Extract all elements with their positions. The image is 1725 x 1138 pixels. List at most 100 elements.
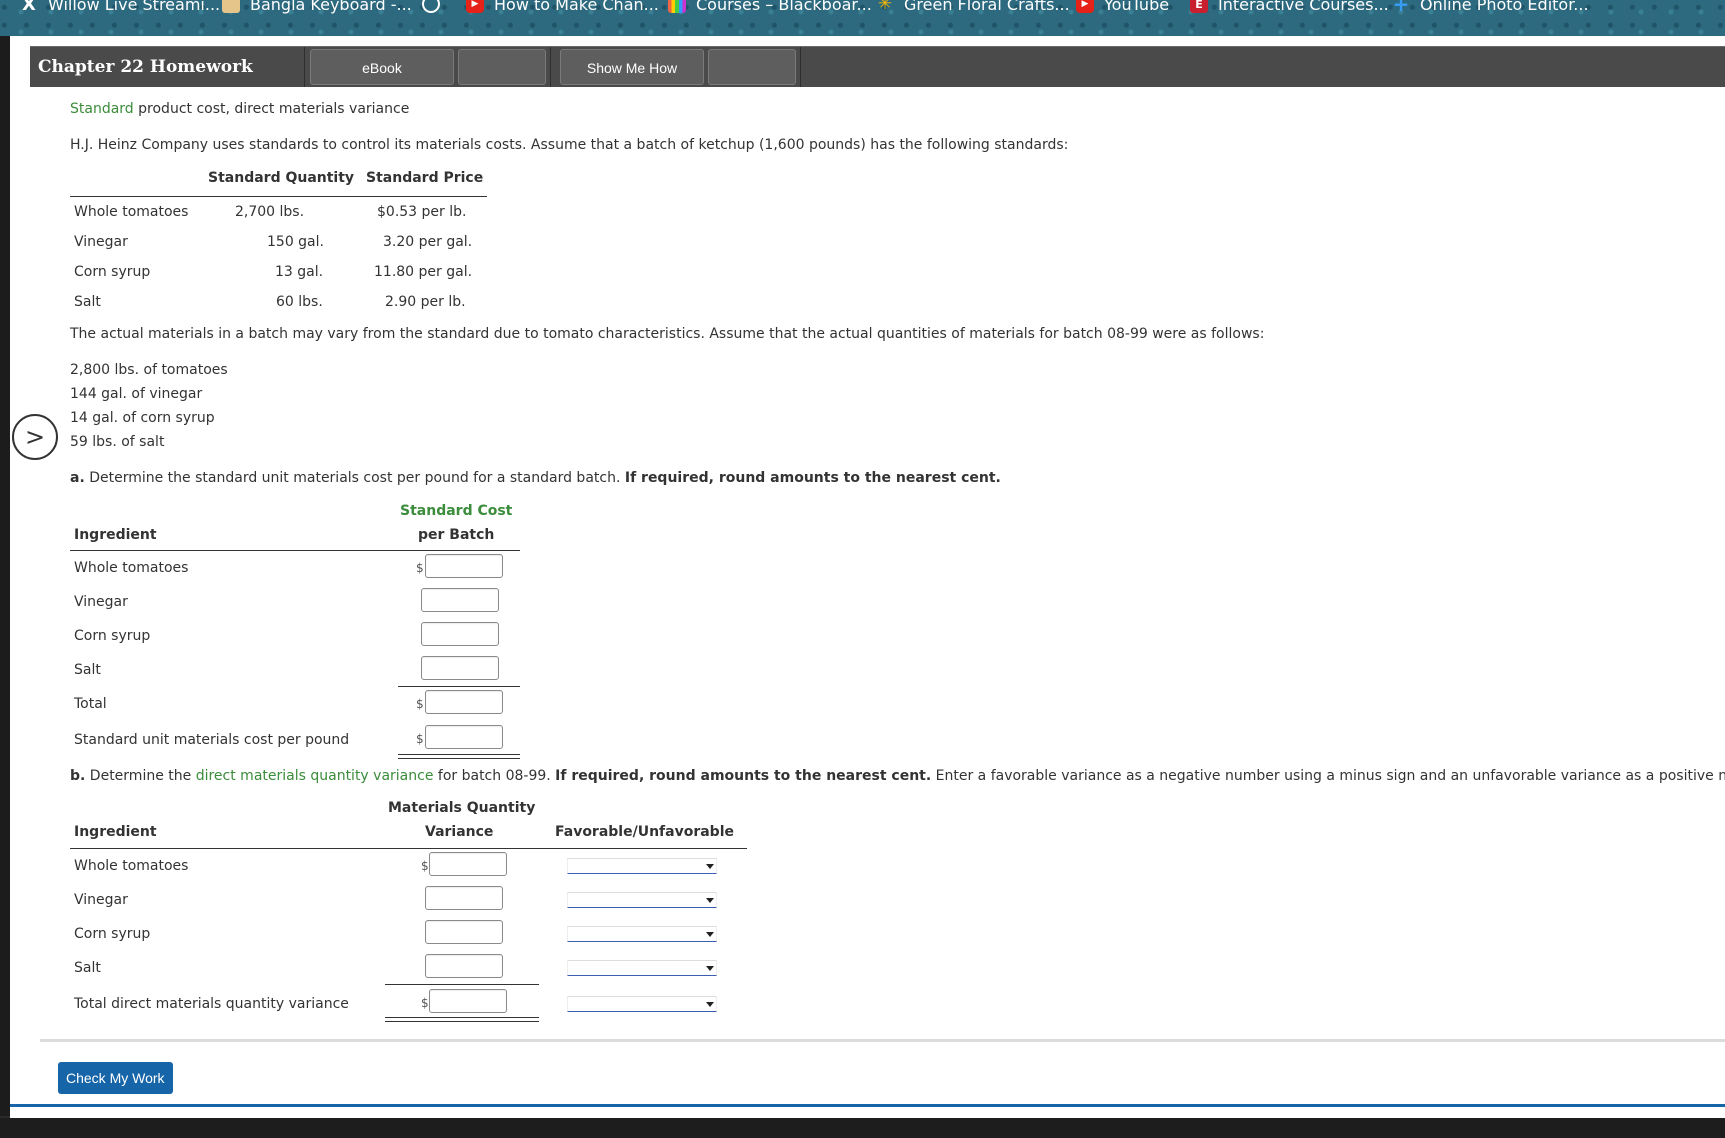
actual-item: 14 gal. of corn syrup <box>70 410 215 426</box>
toolbar-blank-button[interactable] <box>708 49 796 85</box>
bookmark-blackboard[interactable]: Courses – Blackboar... <box>668 0 872 14</box>
bookmarks-bar: X Willow Live Streami... Bangla Keyboard… <box>0 0 1725 36</box>
std-cost-header-line1: Standard Cost <box>400 503 513 519</box>
bookmark-interactive-courses[interactable]: E Interactive Courses... <box>1190 0 1389 14</box>
std-row-price: 11.80 per gal. <box>374 264 473 280</box>
fav-unfav-vinegar-select[interactable] <box>567 892 717 908</box>
part-a-prompt: a. Determine the standard unit materials… <box>70 470 1001 486</box>
part-b-header-rule <box>70 848 747 849</box>
std-unit-cost-per-pound-input[interactable] <box>425 725 503 749</box>
left-strip <box>0 36 10 1116</box>
std-row-qty: 13 gal. <box>275 264 324 280</box>
bookmark-youtube[interactable]: ▶ YouTube <box>1076 0 1169 14</box>
mq-variance-vinegar-input[interactable] <box>425 886 503 910</box>
part-a-row-label: Total <box>74 696 107 712</box>
toolbar-divider <box>304 47 305 87</box>
currency-sign: $ <box>416 697 424 711</box>
ec-icon: E <box>1190 0 1208 13</box>
part-a-double-rule <box>398 758 520 759</box>
problem-heading: Standard product cost, direct materials … <box>70 101 410 117</box>
walmart-star-icon: ✳ <box>877 0 893 14</box>
std-cost-whole-tomatoes-input[interactable] <box>425 554 503 578</box>
part-a-row-label: Corn syrup <box>74 628 151 644</box>
currency-sign: $ <box>421 859 429 873</box>
youtube-icon: ▶ <box>466 0 484 13</box>
currency-sign: $ <box>416 732 424 746</box>
part-b-double-rule <box>385 1017 539 1018</box>
part-b-double-rule <box>385 1021 539 1022</box>
currency-sign: $ <box>416 561 424 575</box>
part-b-row-label: Total direct materials quantity variance <box>74 996 349 1012</box>
assignment-page: Chapter 22 Homework eBook Show Me How St… <box>10 36 1725 1118</box>
problem-intro: H.J. Heinz Company uses standards to con… <box>70 137 1069 153</box>
youtube-icon: ▶ <box>1076 0 1094 13</box>
part-b-row-label: Corn syrup <box>74 926 151 942</box>
toolbar-divider <box>800 47 801 87</box>
currency-sign: $ <box>421 996 429 1010</box>
std-cost-vinegar-input[interactable] <box>421 588 499 612</box>
part-a-subtotal-rule <box>398 686 520 687</box>
part-b-row-label: Salt <box>74 960 101 976</box>
part-b-row-label: Whole tomatoes <box>74 858 189 874</box>
ingredient-header: Ingredient <box>74 824 157 840</box>
mq-variance-whole-tomatoes-input[interactable] <box>429 852 507 876</box>
actual-item: 59 lbs. of salt <box>70 434 165 450</box>
actual-item: 144 gal. of vinegar <box>70 386 203 402</box>
fav-unfav-header: Favorable/Unfavorable <box>555 824 734 840</box>
toolbar-divider <box>550 47 551 87</box>
std-row-name: Vinegar <box>74 234 128 250</box>
std-row-name: Salt <box>74 294 101 310</box>
x-icon: X <box>22 0 36 15</box>
bottom-accent-line <box>10 1104 1725 1107</box>
std-row-qty: 60 lbs. <box>276 294 323 310</box>
bars-icon <box>668 0 686 13</box>
leaf-icon <box>222 0 240 13</box>
standard-link[interactable]: Standard <box>70 101 134 117</box>
std-cost-header-line2: per Batch <box>418 527 495 543</box>
footer-bar <box>0 1118 1725 1138</box>
std-cost-salt-input[interactable] <box>421 656 499 680</box>
globe-icon <box>422 0 440 13</box>
mq-variance-header-line2: Variance <box>425 824 494 840</box>
part-b-subtotal-rule <box>385 984 539 985</box>
fav-unfav-total-select[interactable] <box>567 996 717 1012</box>
part-a-row-label: Salt <box>74 662 101 678</box>
part-b-row-label: Vinegar <box>74 892 128 908</box>
actual-item: 2,800 lbs. of tomatoes <box>70 362 228 378</box>
fav-unfav-whole-tomatoes-select[interactable] <box>567 858 717 874</box>
bookmark-bangla[interactable]: Bangla Keyboard -... <box>222 0 412 14</box>
bookmark-globe[interactable] <box>422 0 440 14</box>
mq-variance-header-line1: Materials Quantity <box>388 800 536 816</box>
content-divider <box>40 1039 1725 1042</box>
mq-variance-salt-input[interactable] <box>425 954 503 978</box>
toolbar-blank-button[interactable] <box>458 49 546 85</box>
show-me-how-button[interactable]: Show Me How <box>560 49 704 85</box>
std-row-price: 3.20 per gal. <box>383 234 473 250</box>
bookmark-how-to-make[interactable]: ▶ How to Make Chan... <box>466 0 659 14</box>
std-row-price: 2.90 per lb. <box>385 294 466 310</box>
fav-unfav-corn-syrup-select[interactable] <box>567 926 717 942</box>
bookmark-willow[interactable]: X Willow Live Streami... <box>20 0 220 15</box>
std-cost-total-input[interactable] <box>425 690 503 714</box>
part-a-double-rule <box>398 754 520 755</box>
std-cost-corn-syrup-input[interactable] <box>421 622 499 646</box>
std-qty-header: Standard Quantity <box>208 170 355 186</box>
part-a-row-label: Standard unit materials cost per pound <box>74 732 350 748</box>
part-a-row-label: Whole tomatoes <box>74 560 189 576</box>
ebook-button[interactable]: eBook <box>310 49 454 85</box>
fav-unfav-salt-select[interactable] <box>567 960 717 976</box>
bookmark-photo-editor[interactable]: + Online Photo Editor... <box>1392 0 1589 16</box>
mq-variance-corn-syrup-input[interactable] <box>425 920 503 944</box>
part-b-prompt: b. Determine the direct materials quanti… <box>70 768 1725 784</box>
check-my-work-button[interactable]: Check My Work <box>58 1062 173 1094</box>
next-chevron-icon[interactable]: > <box>12 414 58 460</box>
std-row-name: Whole tomatoes <box>74 204 189 220</box>
std-row-price: $0.53 per lb. <box>377 204 467 220</box>
direct-materials-quantity-variance-link[interactable]: direct materials quantity variance <box>196 768 434 784</box>
bookmark-green-floral[interactable]: ✳ Green Floral Crafts... <box>876 0 1070 14</box>
ingredient-header: Ingredient <box>74 527 157 543</box>
plus-icon: + <box>1392 0 1410 16</box>
std-row-name: Corn syrup <box>74 264 151 280</box>
assignment-toolbar: Chapter 22 Homework eBook Show Me How <box>30 46 1725 87</box>
mq-variance-total-input[interactable] <box>429 989 507 1013</box>
